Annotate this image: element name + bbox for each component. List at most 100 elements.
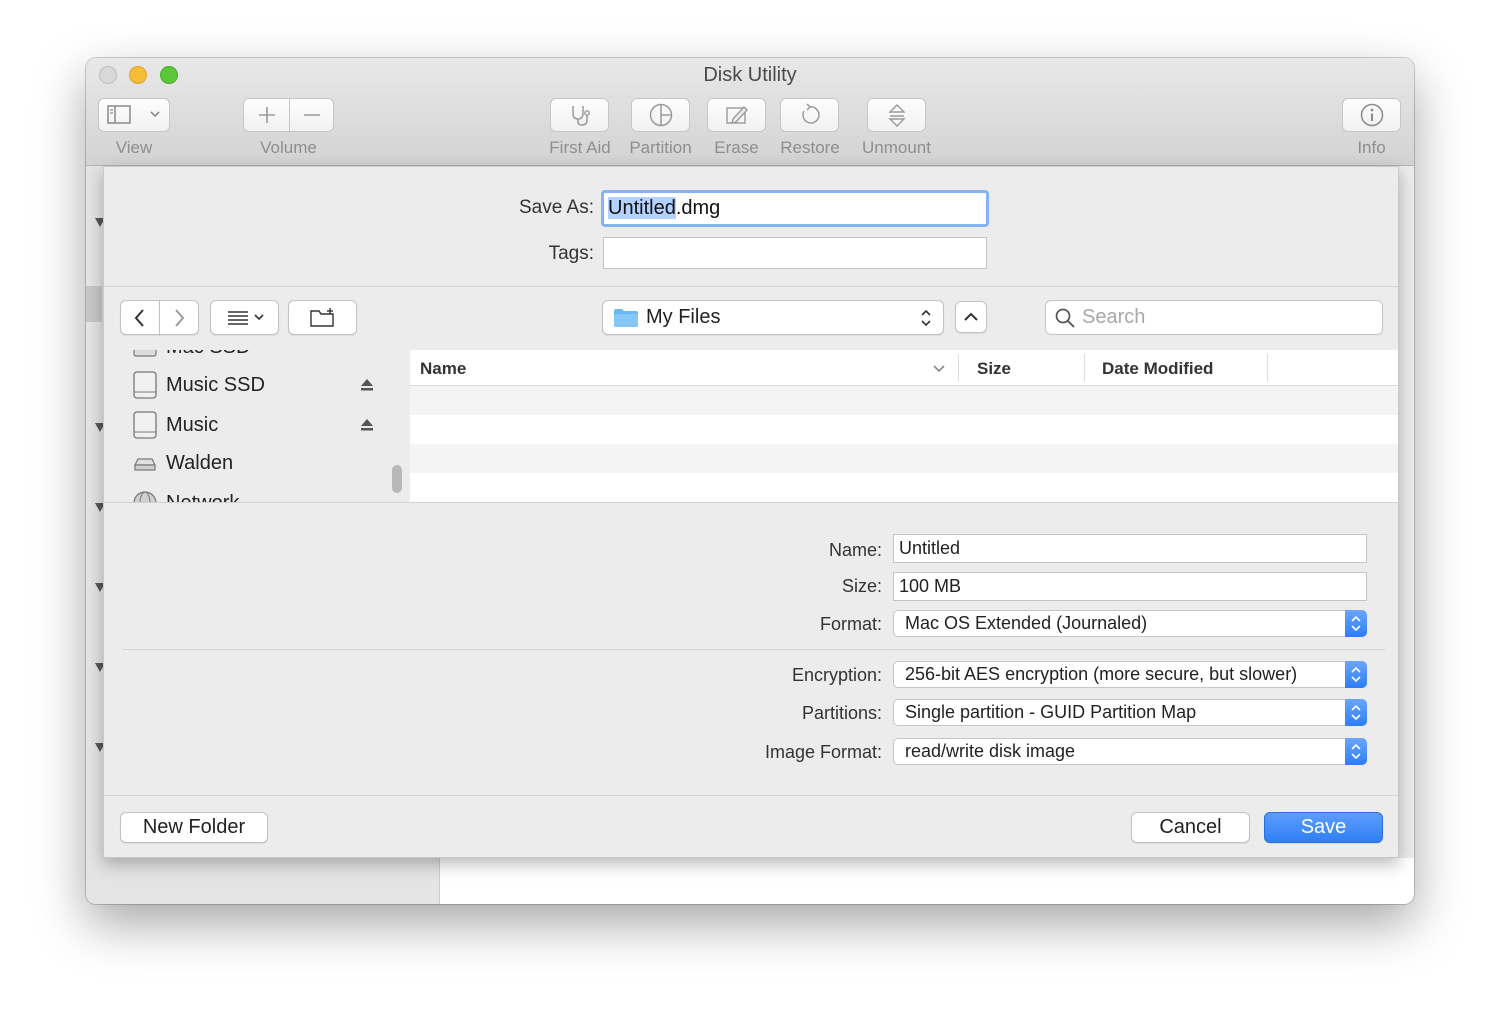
save-as-field[interactable]: Untitled.dmg [601, 190, 989, 227]
first-aid-button[interactable] [550, 98, 609, 132]
partitions-label: Partitions: [801, 703, 882, 723]
sidebar-item-music-ssd[interactable]: Music SSD [132, 370, 265, 400]
sidebar-item-mac-ssd[interactable]: Mac SSD [132, 350, 250, 360]
eject-icon[interactable] [359, 417, 375, 433]
encryption-popup[interactable]: 256-bit AES encryption (more secure, but… [893, 661, 1367, 688]
erase-label: Erase [714, 138, 759, 157]
unmount-icon [887, 104, 906, 127]
location-label: My Files [646, 306, 721, 328]
stepper-arrows-icon [1345, 610, 1367, 637]
server-disk-icon [134, 458, 156, 471]
external-disk-icon [133, 411, 157, 439]
view-options-button[interactable] [210, 300, 279, 335]
column-name[interactable]: Name [420, 359, 466, 379]
divider [104, 286, 1398, 287]
view-label: View [115, 138, 153, 157]
search-placeholder: Search [1082, 306, 1146, 328]
stepper-arrows-icon [1345, 661, 1367, 688]
background-main-area [440, 858, 1414, 904]
window-title: Disk Utility [703, 64, 797, 86]
column-divider [958, 354, 959, 381]
back-button[interactable] [120, 300, 160, 335]
chevron-right-icon [175, 308, 185, 327]
restore-label: Restore [780, 138, 840, 157]
external-disk-icon [133, 371, 157, 399]
format-value: Mac OS Extended (Journaled) [905, 613, 1148, 633]
partition-label: Partition [629, 138, 692, 157]
cancel-button[interactable]: Cancel [1131, 812, 1250, 843]
unmount-button[interactable] [867, 98, 926, 132]
partitions-value: Single partition - GUID Partition Map [905, 702, 1197, 722]
search-field[interactable]: Search [1045, 300, 1383, 335]
footer-divider [104, 795, 1398, 796]
format-popup[interactable]: Mac OS Extended (Journaled) [893, 610, 1367, 637]
volume-add-button[interactable] [243, 98, 290, 132]
partitions-popup[interactable]: Single partition - GUID Partition Map [893, 699, 1367, 726]
image-format-popup[interactable]: read/write disk image [893, 738, 1367, 765]
column-size[interactable]: Size [977, 359, 1011, 379]
image-format-label: Image Format: [764, 742, 882, 762]
browser-bottom-border [104, 502, 1398, 503]
sidebar-item-music[interactable]: Music [132, 410, 218, 440]
eject-icon[interactable] [359, 377, 375, 393]
sidebar-item-walden[interactable]: Walden [132, 450, 233, 476]
chevron-left-icon [134, 308, 144, 327]
save-as-suffix: .dmg [675, 197, 721, 219]
restore-arrow-icon [801, 103, 820, 124]
new-folder-icon-button[interactable] [288, 300, 357, 335]
forward-button[interactable] [159, 300, 199, 335]
stepper-arrows-icon [1345, 699, 1367, 726]
name-label: Name: [828, 540, 882, 560]
options-divider [123, 649, 1385, 650]
save-button[interactable]: Save [1264, 812, 1383, 843]
disk-utility-window: Disk Utility View Volume First Aid Parti… [86, 58, 1414, 904]
column-date-modified[interactable]: Date Modified [1102, 359, 1213, 379]
location-popup[interactable]: My Files [602, 300, 944, 335]
name-field[interactable]: Untitled [893, 534, 1367, 563]
info-button[interactable] [1342, 98, 1401, 132]
info-label: Info [1357, 138, 1386, 157]
volume-label: Volume [260, 138, 317, 157]
volume-remove-button[interactable] [289, 98, 334, 132]
sort-chevron-down-icon [933, 365, 945, 373]
restore-button[interactable] [780, 98, 839, 132]
encryption-value: 256-bit AES encryption (more secure, but… [905, 664, 1298, 684]
folder-icon [614, 308, 638, 327]
encryption-label: Encryption: [791, 665, 882, 685]
toolbar: Disk Utility View Volume First Aid Parti… [86, 58, 1414, 166]
chevron-up-icon [964, 312, 978, 321]
save-as-label: Save As: [519, 197, 594, 218]
selected-row-strip [86, 286, 102, 322]
erase-button[interactable] [707, 98, 766, 132]
new-folder-icon [309, 307, 334, 327]
collapse-button[interactable] [955, 301, 987, 333]
save-sheet: Save As: Untitled.dmg Tags: My Files Sea… [103, 166, 1399, 858]
search-icon [1055, 308, 1075, 328]
tags-label: Tags: [548, 243, 594, 264]
view-button[interactable] [98, 98, 170, 132]
sidebar-scrollbar[interactable] [392, 465, 402, 493]
plus-icon [258, 107, 275, 123]
sidebar-item-network[interactable]: Network [132, 490, 239, 502]
first-aid-label: First Aid [549, 138, 611, 157]
partition-button[interactable] [631, 98, 690, 132]
size-label: Size: [841, 576, 882, 596]
format-label: Format: [819, 614, 882, 634]
stepper-arrows-icon [1345, 738, 1367, 765]
list-row-stripe [410, 386, 1398, 415]
new-folder-button[interactable]: New Folder [120, 812, 268, 843]
network-globe-icon [133, 491, 157, 502]
minus-icon [303, 114, 320, 116]
file-list-header: Name Size Date Modified [410, 350, 1398, 386]
erase-pencil-icon [725, 105, 748, 124]
list-view-icon [227, 310, 264, 325]
stethoscope-icon [571, 106, 590, 126]
size-field[interactable]: 100 MB [893, 572, 1367, 601]
image-format-value: read/write disk image [905, 741, 1076, 761]
sidebar-toggle-icon [107, 105, 160, 124]
list-row-stripe [410, 444, 1398, 473]
unmount-label: Unmount [862, 138, 931, 157]
tags-field[interactable] [603, 237, 987, 269]
file-list[interactable]: Name Size Date Modified [410, 350, 1398, 502]
info-icon [1360, 103, 1383, 127]
